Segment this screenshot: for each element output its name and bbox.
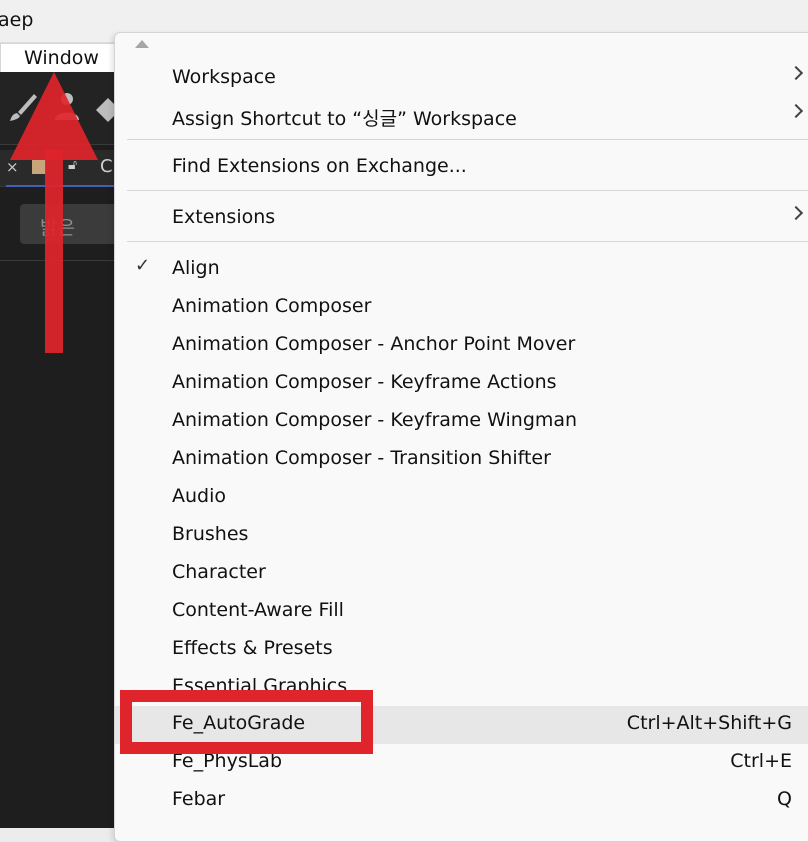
menu-item-shortcut: Ctrl+Alt+Shift+G (626, 712, 792, 734)
menu-item-label: Brushes (172, 523, 249, 545)
menu-item-febar[interactable]: Febar Q (115, 782, 808, 820)
annotation-highlight-box (120, 690, 373, 754)
menu-item-extensions[interactable]: Extensions (115, 200, 808, 238)
menu-item-find-extensions[interactable]: Find Extensions on Exchange... (115, 149, 808, 187)
menu-item-label: Animation Composer (172, 295, 372, 317)
menu-item-ac-keyframe-actions[interactable]: Animation Composer - Keyframe Actions (115, 365, 808, 403)
menu-item-label: Audio (172, 485, 227, 507)
menu-item-label: Febar (172, 788, 226, 810)
menu-separator (127, 139, 808, 140)
menu-separator (127, 190, 808, 191)
window-title: aep (0, 9, 34, 31)
menu-item-workspace[interactable]: Workspace (115, 60, 808, 98)
menu-item-ac-keyframe-wingman[interactable]: Animation Composer - Keyframe Wingman (115, 403, 808, 441)
menu-item-label: Workspace (172, 66, 276, 88)
annotation-arrow (10, 72, 98, 353)
menu-item-label: Extensions (172, 206, 276, 228)
menu-item-content-aware-fill[interactable]: Content-Aware Fill (115, 593, 808, 631)
menu-separator (127, 241, 808, 242)
menu-item-animation-composer[interactable]: Animation Composer (115, 289, 808, 327)
menu-item-label: Animation Composer - Keyframe Wingman (172, 409, 578, 431)
menu-item-label: Content-Aware Fill (172, 599, 344, 621)
menu-item-align[interactable]: ✓ Align (115, 251, 808, 289)
menu-item-label: Animation Composer - Transition Shifter (172, 447, 551, 469)
chevron-right-icon (788, 65, 804, 81)
menu-item-effects-presets[interactable]: Effects & Presets (115, 631, 808, 669)
menu-item-ac-anchor-point-mover[interactable]: Animation Composer - Anchor Point Mover (115, 327, 808, 365)
chevron-right-icon (788, 103, 804, 119)
menu-item-label: Assign Shortcut to “싱글” Workspace (172, 108, 517, 130)
menu-item-audio[interactable]: Audio (115, 479, 808, 517)
menu-item-label: Animation Composer - Anchor Point Mover (172, 333, 576, 355)
menu-item-shortcut: Ctrl+E (730, 750, 792, 772)
menu-item-label: Animation Composer - Keyframe Actions (172, 371, 557, 393)
scroll-up-icon[interactable] (135, 40, 149, 48)
menu-item-label: Align (172, 257, 220, 279)
menu-item-ac-transition-shifter[interactable]: Animation Composer - Transition Shifter (115, 441, 808, 479)
menu-item-shortcut: Q (777, 788, 792, 810)
menu-item-brushes[interactable]: Brushes (115, 517, 808, 555)
menu-item-character[interactable]: Character (115, 555, 808, 593)
menu-item-label: Effects & Presets (172, 637, 333, 659)
chevron-right-icon (788, 205, 804, 221)
menu-item-label: Find Extensions on Exchange... (172, 155, 467, 177)
menu-item-assign-shortcut[interactable]: Assign Shortcut to “싱글” Workspace (115, 98, 808, 136)
menu-item-label: Character (172, 561, 266, 583)
checkmark-icon: ✓ (135, 255, 151, 276)
